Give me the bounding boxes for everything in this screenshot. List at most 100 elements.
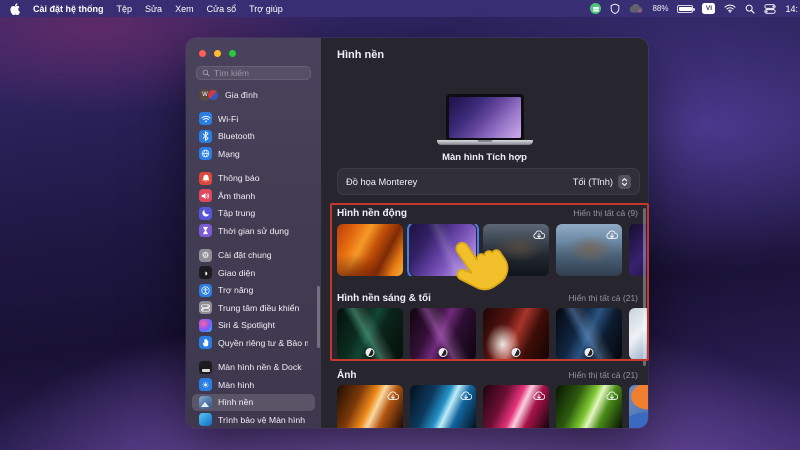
show-all-light-dark-link[interactable]: Hiển thị tất cả (21) (569, 293, 638, 303)
sidebar-item-accessibility[interactable]: Trợ năng (192, 282, 315, 300)
zoom-button[interactable] (229, 50, 236, 57)
battery-percent: 88% (652, 4, 668, 13)
clock[interactable]: 14: (785, 4, 798, 14)
download-icon[interactable] (387, 388, 399, 406)
sidebar-item-wallpaper[interactable]: Hình nền (192, 394, 315, 412)
display-name: Màn hình Tích hợp (437, 152, 533, 163)
screensaver-icon (199, 413, 212, 426)
show-all-dynamic-link[interactable]: Hiển thị tất cả (9) (573, 208, 638, 218)
wallpaper-thumb-swirl-orange[interactable] (337, 385, 403, 428)
search-icon (202, 64, 210, 82)
sidebar-item-screen-time[interactable]: Thời gian sử dụng (192, 222, 315, 240)
wallpaper-thumb-collage[interactable] (629, 385, 648, 428)
menu-item-window[interactable]: Cửa sổ (207, 4, 237, 14)
wallpaper-thumb-catalina-day[interactable] (556, 224, 622, 276)
shield-icon[interactable] (610, 3, 620, 14)
light-dark-badge-icon (512, 348, 521, 357)
section-pictures-header: Ảnh Hiển thị tất cả (21) (337, 370, 638, 381)
sidebar-item-screensaver[interactable]: Trình bảo vệ Màn hình (192, 411, 315, 428)
bluetooth-icon (199, 130, 212, 143)
system-settings-window: Tìm kiếm W Gia đình Wi-Fi Bluetooth (186, 38, 648, 428)
wallpaper-thumb-graphic-teal[interactable] (337, 308, 403, 360)
battery-icon[interactable] (677, 5, 693, 13)
sidebar-item-appearance[interactable]: ◑ Giao diện (192, 264, 315, 282)
display-preview: Màn hình Tích hợp (437, 94, 533, 163)
light-dark-badge-icon (585, 348, 594, 357)
sidebar-item-privacy[interactable]: Quyền riêng tư & Bảo mật (192, 334, 315, 352)
wallpaper-thumb-graphic-purple[interactable] (410, 308, 476, 360)
apple-logo-icon[interactable] (10, 3, 20, 15)
current-wallpaper-name: Đồ họa Monterey (346, 177, 417, 187)
search-input[interactable]: Tìm kiếm (196, 66, 311, 80)
sidebar-scrollbar[interactable] (317, 286, 320, 348)
window-controls (186, 38, 321, 57)
spotlight-search-icon[interactable] (745, 4, 755, 14)
close-button[interactable] (199, 50, 206, 57)
wifi-status-icon[interactable] (724, 4, 736, 13)
wallpaper-mode-stepper[interactable] (618, 175, 631, 189)
wallpaper-thumb-swirl-blue[interactable] (410, 385, 476, 428)
toggles-icon (199, 301, 212, 314)
page-title: Hình nền (337, 49, 384, 61)
download-icon[interactable] (460, 388, 472, 406)
control-center-icon[interactable] (764, 4, 776, 14)
current-wallpaper-row: Đồ họa Monterey Tối (Tĩnh) (337, 168, 640, 195)
gear-icon: ⚙ (199, 249, 212, 262)
pictures-wallpapers-row (337, 385, 648, 428)
avatar (207, 89, 219, 101)
sidebar-item-sound[interactable]: Âm thanh (192, 187, 315, 205)
wallpaper-thumb-ventura[interactable] (337, 224, 403, 276)
menu-item-view[interactable]: Xem (175, 4, 194, 14)
bell-icon (199, 172, 212, 185)
settings-sidebar: Tìm kiếm W Gia đình Wi-Fi Bluetooth (186, 38, 321, 428)
sidebar-item-general[interactable]: ⚙ Cài đặt chung (192, 247, 315, 265)
wallpaper-thumb-swirl-green[interactable] (556, 385, 622, 428)
cloud-icon[interactable] (629, 4, 643, 13)
wallpaper-icon (199, 396, 212, 409)
sidebar-item-desktop-dock[interactable]: Màn hình nền & Dock (192, 359, 315, 377)
wallpaper-thumb-swirl-pink[interactable] (483, 385, 549, 428)
sidebar-item-control-center[interactable]: Trung tâm điều khiển (192, 299, 315, 317)
speaker-icon (199, 189, 212, 202)
hourglass-icon (199, 224, 212, 237)
menu-item-help[interactable]: Trợ giúp (249, 4, 283, 14)
sidebar-item-displays[interactable]: ☀ Màn hình (192, 376, 315, 394)
display-brightness-icon: ☀ (199, 378, 212, 391)
minimize-button[interactable] (214, 50, 221, 57)
download-icon[interactable] (606, 227, 618, 245)
sidebar-item-wifi[interactable]: Wi-Fi (192, 110, 315, 128)
content-scrollbar[interactable] (643, 208, 646, 366)
siri-icon (199, 319, 212, 332)
wifi-icon (199, 112, 212, 125)
menu-item-edit[interactable]: Sửa (145, 4, 162, 14)
macbook-screen (446, 94, 524, 140)
menu-app-name[interactable]: Cài đặt hệ thống (33, 4, 104, 14)
sidebar-item-family[interactable]: W Gia đình (192, 87, 315, 103)
download-icon[interactable] (533, 227, 545, 245)
download-icon[interactable] (606, 388, 618, 406)
wallpaper-thumb-graphic-red[interactable] (483, 308, 549, 360)
sidebar-item-notifications[interactable]: Thông báo (192, 170, 315, 188)
search-placeholder: Tìm kiếm (214, 68, 249, 78)
desktop: Cài đặt hệ thống Tệp Sửa Xem Cửa sổ Trợ … (0, 0, 800, 450)
accessibility-icon (199, 284, 212, 297)
globe-icon (199, 147, 212, 160)
wallpaper-thumb-graphic-blue[interactable] (556, 308, 622, 360)
wallpaper-mode-value: Tối (Tĩnh) (573, 177, 613, 187)
family-avatars: W (199, 89, 219, 101)
appearance-icon: ◑ (199, 266, 212, 279)
light-dark-badge-icon (366, 348, 375, 357)
show-all-pictures-link[interactable]: Hiển thị tất cả (21) (569, 370, 638, 380)
sidebar-item-network[interactable]: Mạng (192, 145, 315, 163)
menu-item-file[interactable]: Tệp (117, 4, 133, 14)
section-dynamic-header: Hình nền động Hiển thị tất cả (9) (337, 208, 638, 219)
sidebar-item-bluetooth[interactable]: Bluetooth (192, 128, 315, 146)
light-dark-wallpapers-row (337, 308, 648, 360)
macbook-base (437, 140, 533, 145)
input-source-badge[interactable]: VI (702, 3, 715, 14)
messenger-icon[interactable] (590, 3, 601, 14)
sidebar-item-focus[interactable]: Tập trung (192, 205, 315, 223)
download-icon[interactable] (533, 388, 545, 406)
moon-icon (199, 207, 212, 220)
sidebar-item-siri[interactable]: Siri & Spotlight (192, 317, 315, 335)
